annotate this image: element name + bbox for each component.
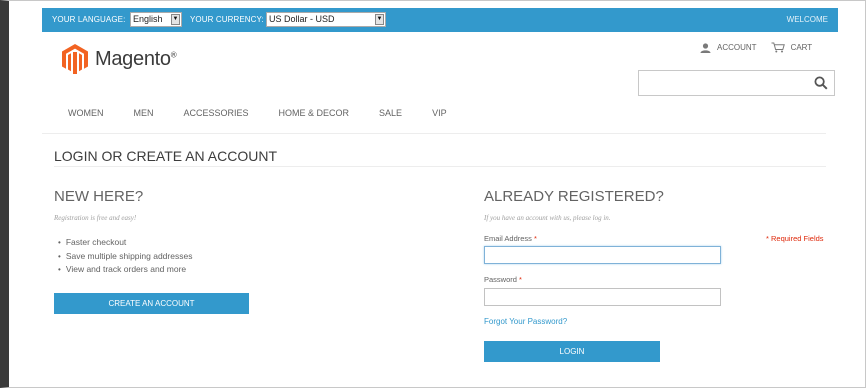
new-customer-heading: NEW HERE?: [54, 188, 144, 205]
language-label: YOUR LANGUAGE:: [52, 15, 126, 24]
currency-value: US Dollar - USD: [269, 14, 335, 24]
login-note: If you have an account with us, please l…: [484, 214, 611, 222]
divider: [42, 133, 826, 134]
language-select[interactable]: English ▼: [130, 12, 182, 27]
logo-text: Magento®: [95, 47, 177, 70]
logo[interactable]: Magento®: [62, 42, 177, 76]
required-marker: *: [534, 234, 537, 243]
chevron-down-icon: ▼: [375, 14, 384, 25]
top-bar: YOUR LANGUAGE: English ▼ YOUR CURRENCY: …: [42, 8, 838, 32]
nav-item-women[interactable]: WOMEN: [68, 108, 104, 118]
page-title: LOGIN OR CREATE AN ACCOUNT: [54, 148, 277, 164]
divider: [54, 166, 826, 167]
language-value: English: [133, 14, 163, 24]
nav-item-home-decor[interactable]: HOME & DECOR: [279, 108, 350, 118]
welcome-message: WELCOME: [786, 15, 828, 24]
currency-select[interactable]: US Dollar - USD ▼: [266, 12, 386, 27]
benefits-list: Faster checkout Save multiple shipping a…: [58, 236, 193, 277]
required-fields-note: * Required Fields: [766, 234, 824, 243]
registration-note: Registration is free and easy!: [54, 214, 137, 222]
login-heading: ALREADY REGISTERED?: [484, 188, 664, 205]
email-field[interactable]: [484, 246, 721, 264]
nav-item-accessories[interactable]: ACCESSORIES: [184, 108, 249, 118]
list-item: Save multiple shipping addresses: [58, 250, 193, 264]
header-links: ACCOUNT CART: [700, 42, 826, 53]
main-nav: WOMEN MEN ACCESSORIES HOME & DECOR SALE …: [68, 108, 477, 118]
list-item: Faster checkout: [58, 236, 192, 250]
account-link[interactable]: ACCOUNT: [700, 42, 757, 53]
list-item: View and track orders and more: [58, 263, 192, 277]
nav-item-vip[interactable]: VIP: [432, 108, 447, 118]
search-icon[interactable]: [814, 76, 828, 90]
email-label: Email Address *: [484, 234, 537, 243]
currency-label: YOUR CURRENCY:: [190, 15, 264, 24]
search-input[interactable]: [638, 70, 835, 96]
cart-icon: [771, 42, 785, 53]
cart-link[interactable]: CART: [771, 42, 812, 53]
login-button[interactable]: LOGIN: [484, 341, 660, 362]
magento-logo-icon: [62, 44, 88, 74]
nav-item-sale[interactable]: SALE: [379, 108, 402, 118]
password-field[interactable]: [484, 288, 721, 306]
nav-item-men[interactable]: MEN: [134, 108, 154, 118]
forgot-password-link[interactable]: Forgot Your Password?: [484, 317, 567, 326]
chevron-down-icon: ▼: [171, 14, 180, 25]
required-marker: *: [519, 275, 522, 284]
user-icon: [700, 42, 711, 53]
password-label: Password *: [484, 275, 522, 284]
create-account-button[interactable]: CREATE AN ACCOUNT: [54, 293, 249, 314]
